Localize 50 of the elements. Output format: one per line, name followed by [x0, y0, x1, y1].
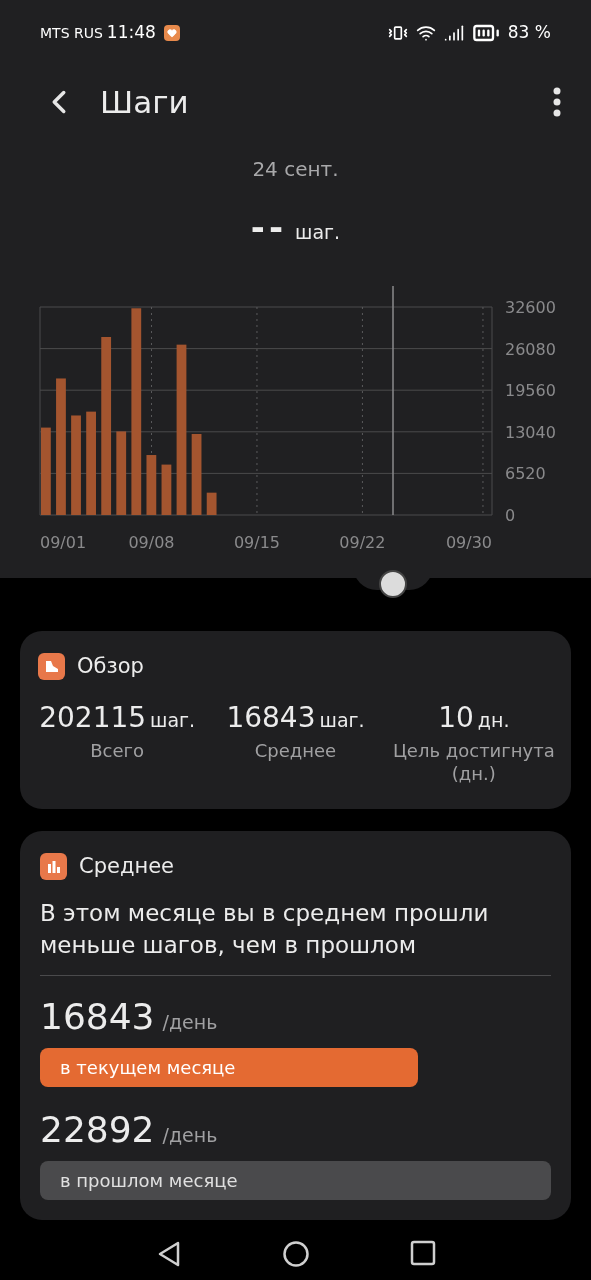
- stat-label: Среднее: [253, 738, 338, 762]
- card-title: Обзор: [77, 653, 144, 680]
- stat-value: 16843: [226, 699, 316, 736]
- y-axis-label: 26080: [505, 339, 556, 359]
- more-menu-button[interactable]: [553, 87, 561, 117]
- average-value: 16843: [40, 994, 155, 1039]
- bar: [146, 455, 157, 515]
- recents-nav-icon[interactable]: [409, 1240, 436, 1266]
- slider-handle[interactable]: [379, 570, 407, 598]
- heart-app-icon: [163, 25, 180, 41]
- card-title: Среднее: [79, 853, 174, 880]
- vibrate-icon: [387, 23, 408, 43]
- bar: [206, 492, 217, 515]
- clock: 11:48: [106, 21, 156, 45]
- y-axis-label: 0: [505, 506, 516, 525]
- x-axis-label: 09/30: [445, 533, 492, 552]
- more-icon: [553, 87, 561, 117]
- signal-icon: [443, 23, 464, 43]
- x-axis-label: 09/22: [339, 533, 386, 552]
- bar: [161, 464, 172, 515]
- average-message: В этом месяце вы в среднем прошли меньше шагов, чем в прошлом: [40, 896, 551, 976]
- stat-unit: дн.: [477, 707, 510, 733]
- average-bar: в прошлом месяце: [40, 1160, 551, 1200]
- selected-date: 24 сент.: [252, 156, 339, 183]
- x-axis-label: 09/08: [128, 533, 175, 552]
- y-axis-label: 6520: [505, 464, 546, 484]
- stat-label: Цель достигнута (дн.): [391, 738, 556, 785]
- average-unit: /день: [162, 1009, 218, 1035]
- average-bar: в текущем месяце: [40, 1047, 419, 1087]
- x-axis-label: 09/15: [233, 533, 280, 552]
- stat-unit: шаг.: [150, 707, 196, 733]
- average-unit: /день: [162, 1122, 218, 1148]
- battery-percent: 83 %: [507, 21, 551, 45]
- carrier: MTS RUS: [40, 23, 103, 43]
- home-nav-icon[interactable]: [281, 1240, 310, 1268]
- stat-value: 10: [438, 699, 474, 736]
- y-axis-label: 19560: [505, 381, 556, 401]
- average-value: 22892: [40, 1107, 155, 1152]
- stat-label: Всего: [89, 738, 146, 762]
- y-axis-label: 32600: [505, 298, 556, 317]
- stat-value: 202115: [39, 699, 147, 736]
- steps-unit: шаг.: [295, 220, 341, 245]
- y-axis-label: 13040: [505, 422, 556, 442]
- steps-value: --: [250, 206, 288, 249]
- bar-chart-icon: [40, 853, 67, 881]
- page-title: Шаги: [100, 82, 189, 122]
- stat-unit: шаг.: [319, 707, 365, 733]
- shoe-icon: [38, 653, 65, 681]
- wifi-icon: [415, 23, 436, 43]
- x-axis-label: 09/01: [40, 533, 87, 552]
